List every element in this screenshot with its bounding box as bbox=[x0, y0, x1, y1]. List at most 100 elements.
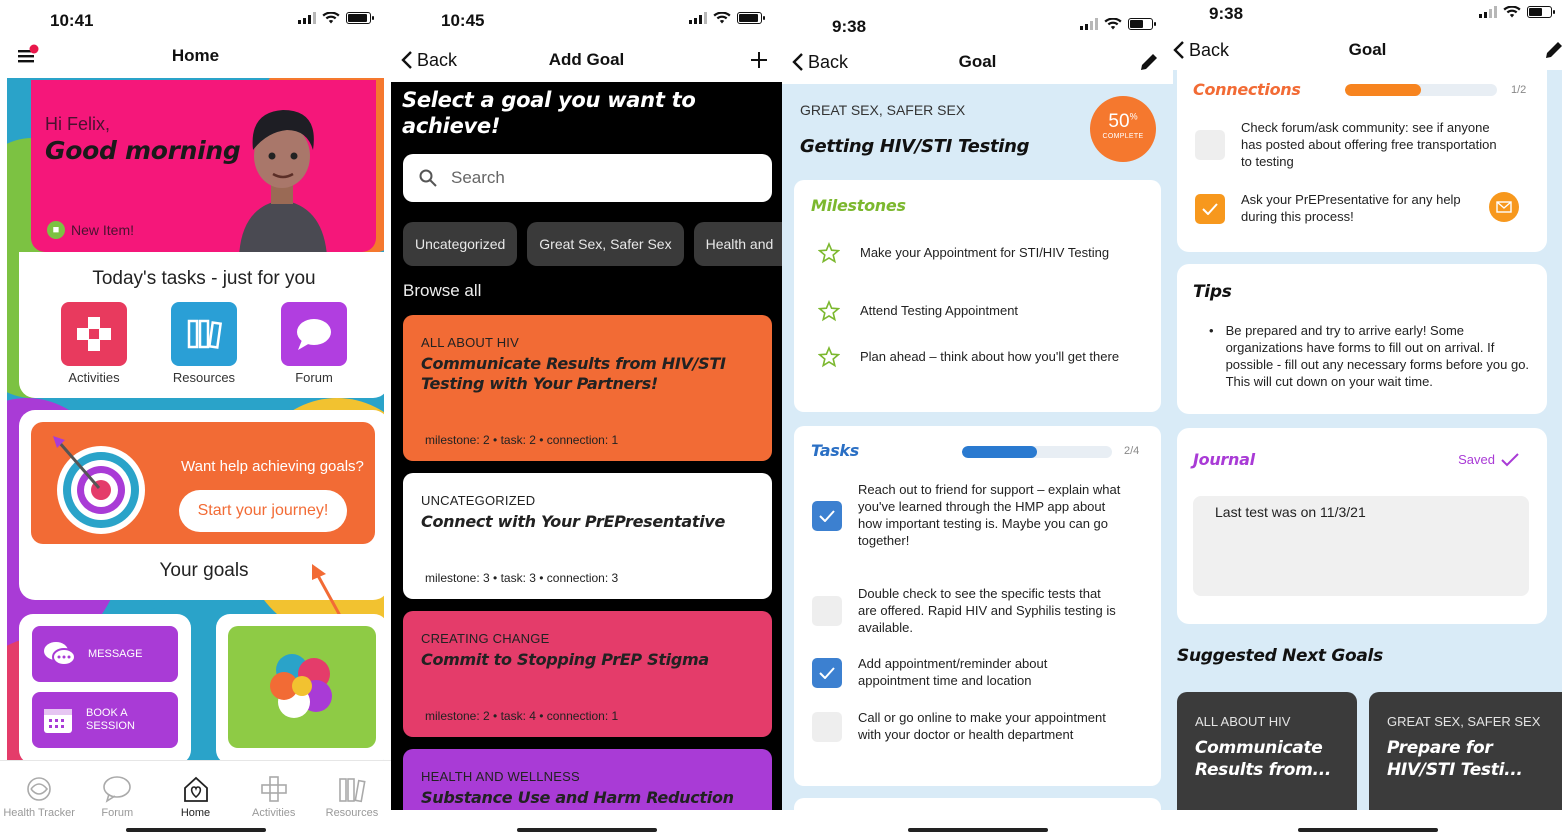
back-label: Back bbox=[417, 49, 458, 70]
edit-button[interactable] bbox=[1544, 40, 1562, 60]
checkbox-unchecked[interactable] bbox=[1195, 130, 1225, 161]
goal-category: HEALTH AND WELLNESS bbox=[421, 769, 580, 784]
back-label: Back bbox=[1189, 39, 1230, 60]
tasks-heading: Today's tasks - just for you bbox=[92, 268, 316, 289]
battery-icon bbox=[737, 12, 765, 24]
mood-card[interactable] bbox=[216, 614, 388, 764]
plus-icon bbox=[751, 52, 767, 68]
forum-icon bbox=[103, 776, 132, 803]
status-time: 10:41 bbox=[50, 11, 94, 30]
milestone-text: Plan ahead – think about how you'll get … bbox=[860, 348, 1120, 364]
checkbox-unchecked[interactable] bbox=[812, 596, 842, 627]
status-icons bbox=[1080, 18, 1156, 30]
checkbox-checked[interactable] bbox=[812, 500, 842, 531]
activities-icon bbox=[260, 776, 287, 802]
chip-great-sex-safer-sex[interactable]: Great Sex, Safer Sex bbox=[527, 222, 684, 266]
goal-card[interactable]: CREATING CHANGE Commit to Stopping PrEP … bbox=[403, 611, 772, 737]
connection-text: Ask your PrEPresentative for any help du… bbox=[1241, 192, 1461, 224]
connections-panel: Connections 1/2 Check forum/ask communit… bbox=[1177, 66, 1547, 252]
message-button[interactable]: MESSAGE bbox=[32, 626, 178, 682]
goal-meta: milestone: 2 • task: 2 • connection: 1 bbox=[425, 433, 619, 447]
tab-label: Health Tracker bbox=[3, 807, 75, 819]
goal-title: Getting HIV/STI Testing bbox=[800, 136, 1030, 157]
new-item-badge[interactable]: ■ New Item! bbox=[47, 221, 134, 239]
connection-item[interactable]: Ask your PrEPresentative for any help du… bbox=[1195, 192, 1483, 226]
task-item[interactable]: Add appointment/reminder about appointme… bbox=[812, 656, 1121, 690]
tip-text: Be prepared and try to arrive early! Som… bbox=[1225, 323, 1530, 390]
book-session-button[interactable]: BOOK A SESSION bbox=[32, 692, 178, 748]
tile-resources[interactable]: Resources bbox=[164, 302, 244, 385]
status-time: 9:38 bbox=[832, 17, 867, 36]
tab-forum[interactable]: Forum bbox=[78, 761, 156, 833]
menu-icon[interactable] bbox=[18, 44, 40, 71]
milestone-item[interactable]: Plan ahead – think about how you'll get … bbox=[818, 346, 1121, 368]
back-button[interactable]: Back bbox=[792, 52, 848, 73]
milestone-item[interactable]: Attend Testing Appointment bbox=[818, 300, 1121, 322]
goals-banner: Want help achieving goals? Start your jo… bbox=[31, 422, 375, 544]
goal-card[interactable]: ALL ABOUT HIV Communicate Results from H… bbox=[403, 315, 772, 461]
nav-bar: Back Goal bbox=[782, 44, 1173, 80]
status-icons bbox=[298, 12, 374, 24]
search-placeholder: Search bbox=[451, 168, 505, 187]
avatar bbox=[239, 110, 327, 252]
edit-button[interactable] bbox=[1139, 52, 1159, 72]
suggested-goal-card[interactable]: GREAT SEX, SAFER SEX Prepare for HIV/STI… bbox=[1369, 692, 1562, 822]
tile-label: Resources bbox=[172, 370, 236, 385]
status-bar: 10:41 bbox=[0, 0, 391, 40]
tab-health-tracker[interactable]: Health Tracker bbox=[0, 761, 78, 833]
tips-panel: Tips • Be prepared and try to arrive ear… bbox=[1177, 264, 1547, 414]
status-icons bbox=[1479, 6, 1555, 18]
goal-category: GREAT SEX, SAFER SEX bbox=[800, 102, 966, 118]
journal-input[interactable]: Last test was on 11/3/21 bbox=[1193, 496, 1529, 596]
battery-icon bbox=[346, 12, 374, 24]
chip-health-and[interactable]: Health and bbox=[693, 222, 782, 266]
nav-bar: Back Add Goal bbox=[391, 42, 782, 78]
battery-icon bbox=[1527, 6, 1555, 18]
connection-item[interactable]: Check forum/ask community: see if anyone… bbox=[1195, 120, 1507, 171]
tab-activities[interactable]: Activities bbox=[235, 761, 313, 833]
tip-item: • Be prepared and try to arrive early! S… bbox=[1209, 322, 1533, 391]
checkmark-icon bbox=[1501, 452, 1519, 466]
start-journey-button[interactable]: Start your journey! bbox=[179, 490, 347, 532]
tasks-panel: Tasks 2/4 Reach out to friend for suppor… bbox=[794, 426, 1161, 786]
checkbox-unchecked[interactable] bbox=[812, 711, 842, 742]
task-text: Double check to see the specific tests t… bbox=[858, 586, 1116, 635]
suggested-goal-card[interactable]: ALL ABOUT HIV Communicate Results from..… bbox=[1177, 692, 1357, 822]
status-icons bbox=[689, 12, 765, 24]
category-chips: Uncategorized Great Sex, Safer Sex Healt… bbox=[403, 222, 782, 266]
milestones-heading: Milestones bbox=[811, 196, 906, 215]
nav-bar: Back Goal bbox=[1173, 32, 1562, 68]
back-button[interactable]: Back bbox=[1173, 40, 1229, 61]
tile-activities[interactable]: Activities bbox=[54, 302, 134, 385]
tile-forum[interactable]: Forum bbox=[274, 302, 354, 385]
goal-title: Commit to Stopping PrEP Stigma bbox=[421, 650, 709, 669]
select-goal-prompt: Select a goal you want to achieve! bbox=[402, 88, 696, 138]
tab-resources[interactable]: Resources bbox=[313, 761, 391, 833]
task-item[interactable]: Reach out to friend for support – explai… bbox=[812, 482, 1121, 550]
chip-uncategorized[interactable]: Uncategorized bbox=[403, 222, 518, 266]
tab-home[interactable]: Home bbox=[156, 761, 234, 833]
mood-tile bbox=[228, 626, 376, 748]
chat-bubble-icon bbox=[281, 302, 347, 366]
task-item[interactable]: Double check to see the specific tests t… bbox=[812, 586, 1121, 637]
checkbox-checked[interactable] bbox=[812, 657, 842, 688]
search-icon bbox=[419, 169, 437, 187]
star-icon bbox=[818, 300, 840, 322]
email-icon[interactable] bbox=[1489, 192, 1519, 222]
goal-category: ALL ABOUT HIV bbox=[421, 335, 519, 350]
status-time: 9:38 bbox=[1209, 4, 1244, 23]
resources-icon bbox=[339, 778, 366, 803]
journal-text: Last test was on 11/3/21 bbox=[1215, 504, 1366, 520]
goal-card[interactable]: UNCATEGORIZED Connect with Your PrEPrese… bbox=[403, 473, 772, 599]
wifi-icon bbox=[1503, 6, 1521, 18]
checkbox-checked[interactable] bbox=[1195, 193, 1225, 224]
task-item[interactable]: Call or go online to make your appointme… bbox=[812, 710, 1121, 744]
suggested-heading: Suggested Next Goals bbox=[1177, 646, 1383, 666]
tab-bar: Health Tracker Forum Home Activities Res… bbox=[0, 760, 391, 833]
new-item-label: New Item! bbox=[71, 222, 135, 238]
back-button[interactable]: Back bbox=[401, 50, 457, 71]
milestone-item[interactable]: Make your Appointment for STI/HIV Testin… bbox=[818, 242, 1121, 264]
search-input[interactable]: Search bbox=[403, 154, 772, 202]
nav-bar: Home bbox=[0, 38, 391, 74]
add-button[interactable] bbox=[750, 51, 768, 69]
